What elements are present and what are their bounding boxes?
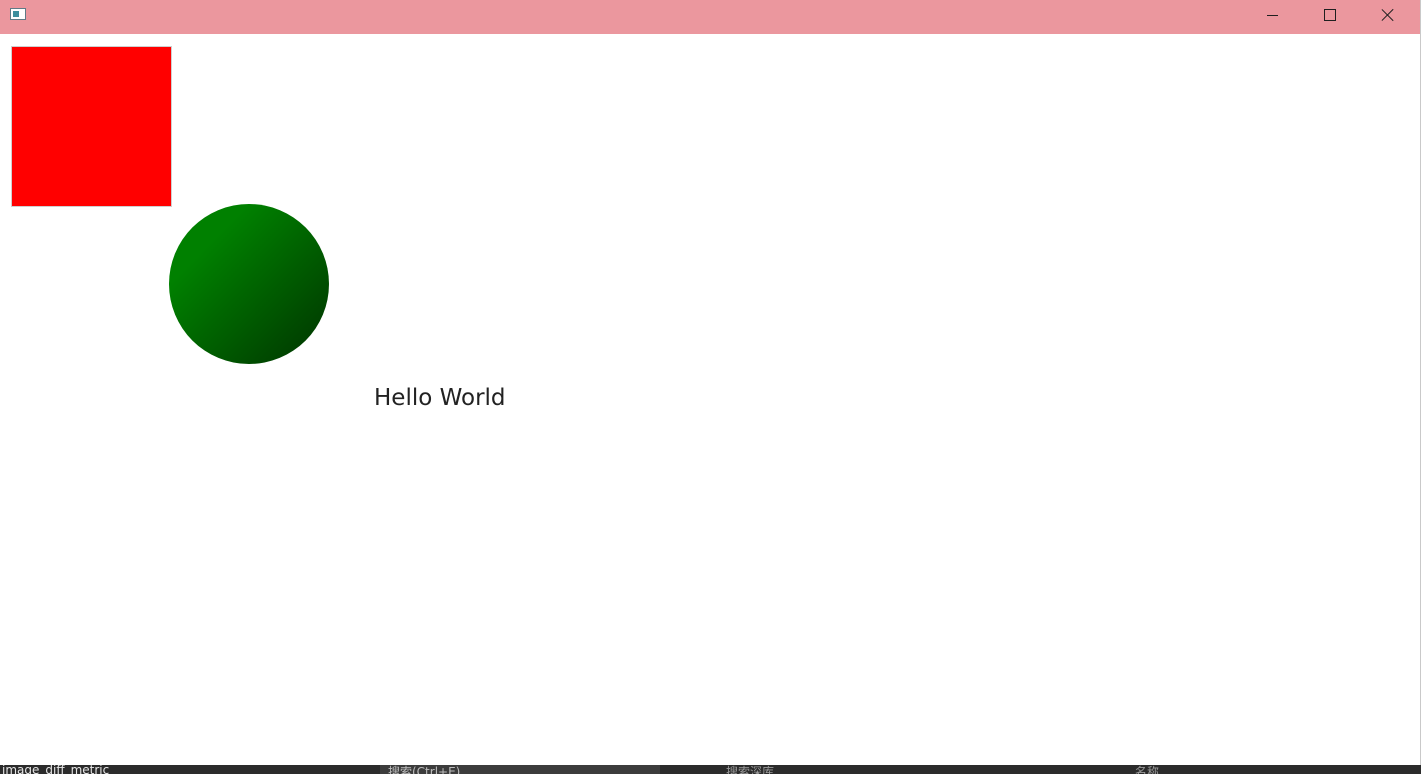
app-icon[interactable]: [10, 8, 26, 20]
background-window-label[interactable]: image_diff_metric: [2, 765, 109, 774]
minimize-icon: [1266, 14, 1278, 16]
close-icon: [1381, 8, 1395, 22]
maximize-icon: [1324, 9, 1336, 21]
background-repo-label: 搜索深库: [726, 765, 775, 774]
close-button[interactable]: [1359, 0, 1417, 30]
red-square: [11, 46, 172, 207]
canvas-area: Hello World: [0, 34, 1420, 765]
app-window: Hello World: [0, 0, 1421, 765]
maximize-button[interactable]: [1301, 0, 1359, 30]
hello-world-text: Hello World: [374, 385, 506, 411]
background-name-label: 名称: [1135, 765, 1160, 774]
minimize-button[interactable]: [1243, 0, 1301, 30]
background-search-placeholder: 搜索(Ctrl+E): [388, 765, 461, 774]
green-circle: [169, 204, 329, 364]
title-bar[interactable]: [0, 0, 1420, 34]
background-taskbar: image_diff_metric 搜索(Ctrl+E) 搜索深库 名称: [0, 765, 1421, 774]
